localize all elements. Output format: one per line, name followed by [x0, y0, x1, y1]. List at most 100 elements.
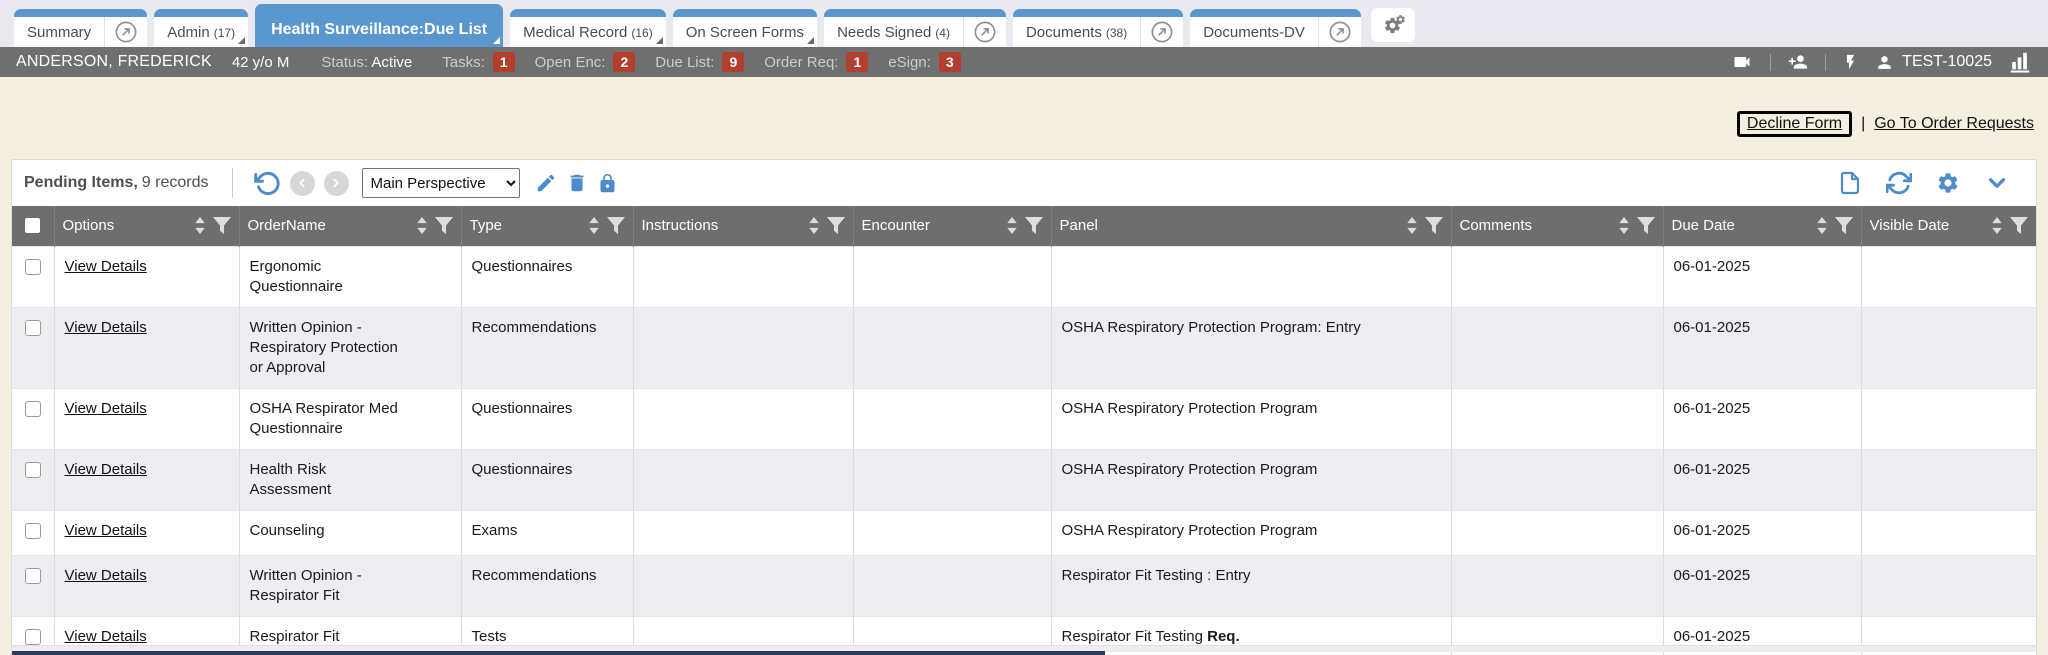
lock-perspective-button[interactable]	[597, 173, 618, 194]
due-date-cell: 06-01-2025	[1663, 555, 1861, 616]
filter-icon[interactable]	[435, 217, 453, 234]
row-checkbox[interactable]	[25, 629, 41, 645]
tab-documents-dv[interactable]: Documents-DV	[1190, 9, 1318, 47]
pending-items-panel: Pending Items,9 records Main Perspective	[11, 159, 2037, 655]
tab-medical-record[interactable]: Medical Record (16)	[510, 9, 666, 47]
view-details-link[interactable]: View Details	[65, 628, 147, 645]
sort-icon[interactable]	[1006, 217, 1018, 234]
tab-documents[interactable]: Documents (38)	[1013, 9, 1140, 47]
order-name-cell: Written Opinion - Respirator Fit	[250, 566, 402, 606]
view-details-link[interactable]: View Details	[65, 400, 147, 417]
previous-page-button[interactable]	[290, 171, 315, 196]
sort-icon[interactable]	[1991, 217, 2003, 234]
column-header-label: Instructions	[642, 217, 719, 234]
counter-badge[interactable]: 2	[613, 52, 635, 72]
patient-status: Status: Active	[321, 54, 412, 71]
row-checkbox[interactable]	[25, 320, 41, 336]
tab-popout-button[interactable]	[963, 9, 1006, 47]
column-header-options[interactable]: Options	[54, 206, 239, 246]
encounter-cell	[853, 246, 1051, 307]
tab-health-surveillance-due-list[interactable]: Health Surveillance:Due List	[255, 4, 503, 47]
refresh-button[interactable]	[1886, 170, 1912, 196]
column-header-type[interactable]: Type	[461, 206, 633, 246]
visible-date-cell	[1861, 510, 2036, 555]
quick-action-button[interactable]	[1842, 52, 1859, 72]
filter-icon[interactable]	[607, 217, 625, 234]
row-checkbox[interactable]	[25, 462, 41, 478]
horizontal-scrollbar-thumb[interactable]	[12, 651, 1105, 655]
column-header-visible-date[interactable]: Visible Date	[1861, 206, 2036, 246]
column-header-due-date[interactable]: Due Date	[1663, 206, 1861, 246]
video-call-button[interactable]	[1730, 52, 1754, 72]
patient-bar-tools: TEST-10025	[1730, 51, 2032, 73]
table-row: View Details Health Risk Assessment Ques…	[12, 449, 2036, 510]
counter-badge[interactable]: 1	[846, 52, 868, 72]
go-to-order-requests-link[interactable]: Go To Order Requests	[1874, 115, 2034, 133]
filter-icon[interactable]	[1835, 217, 1853, 234]
select-all-checkbox[interactable]	[25, 218, 40, 233]
column-header-comments[interactable]: Comments	[1451, 206, 1663, 246]
tab-admin[interactable]: Admin (17)	[154, 9, 248, 47]
patient-counters: Tasks: 1 Open Enc: 2 Due List: 9 Order R…	[442, 52, 960, 72]
counter-label: eSign:	[888, 54, 931, 71]
add-person-button[interactable]	[1787, 52, 1809, 72]
undo-button[interactable]	[254, 170, 281, 197]
filter-icon[interactable]	[1025, 217, 1043, 234]
visible-date-cell	[1861, 449, 2036, 510]
sort-icon[interactable]	[808, 217, 820, 234]
row-checkbox[interactable]	[25, 568, 41, 584]
counter-badge[interactable]: 1	[493, 52, 515, 72]
select-all-header[interactable]	[12, 206, 54, 246]
collapse-panel-button[interactable]	[1984, 172, 2010, 194]
grid-title: Pending Items,9 records	[24, 174, 209, 192]
column-header-ordername[interactable]: OrderName	[239, 206, 461, 246]
trash-icon	[566, 172, 588, 194]
filter-icon[interactable]	[213, 217, 231, 234]
filter-icon[interactable]	[1637, 217, 1655, 234]
sort-icon[interactable]	[416, 217, 428, 234]
counter-badge[interactable]: 3	[939, 52, 961, 72]
view-details-link[interactable]: View Details	[65, 461, 147, 478]
analytics-button[interactable]	[2008, 51, 2032, 73]
tab-popout-button[interactable]	[1140, 9, 1183, 47]
column-header-encounter[interactable]: Encounter	[853, 206, 1051, 246]
table-header-row: Options OrderName	[12, 206, 2036, 246]
tab-popout-button[interactable]	[1318, 9, 1361, 47]
row-checkbox[interactable]	[25, 523, 41, 539]
column-header-instructions[interactable]: Instructions	[633, 206, 853, 246]
sort-icon[interactable]	[588, 217, 600, 234]
sort-icon[interactable]	[194, 217, 206, 234]
tab-on-screen-forms[interactable]: On Screen Forms	[673, 9, 817, 47]
tab-label: Health Surveillance:Due List	[271, 21, 487, 39]
view-details-link[interactable]: View Details	[65, 319, 147, 336]
filter-icon[interactable]	[1425, 217, 1443, 234]
table-row: View Details Written Opinion - Respirato…	[12, 307, 2036, 388]
filter-icon[interactable]	[2010, 217, 2028, 234]
grid-settings-button[interactable]	[1936, 171, 1960, 195]
column-header-panel[interactable]: Panel	[1051, 206, 1451, 246]
tab-summary[interactable]: Summary	[14, 9, 104, 47]
tab-settings-button[interactable]	[1371, 8, 1415, 42]
view-details-link[interactable]: View Details	[65, 258, 147, 275]
sort-icon[interactable]	[1406, 217, 1418, 234]
status-value: Active	[371, 54, 412, 71]
sort-icon[interactable]	[1618, 217, 1630, 234]
edit-perspective-button[interactable]	[535, 172, 557, 194]
counter-badge[interactable]: 9	[722, 52, 744, 72]
tab-label: On Screen Forms	[686, 24, 804, 41]
row-checkbox[interactable]	[25, 259, 41, 275]
person-icon	[1875, 53, 1894, 72]
row-checkbox[interactable]	[25, 401, 41, 417]
new-document-button[interactable]	[1838, 171, 1862, 195]
counter-label: Due List:	[655, 54, 714, 71]
tab-needs-signed[interactable]: Needs Signed (4)	[824, 9, 963, 47]
view-details-link[interactable]: View Details	[65, 522, 147, 539]
filter-icon[interactable]	[827, 217, 845, 234]
sort-icon[interactable]	[1816, 217, 1828, 234]
next-page-button[interactable]	[324, 171, 349, 196]
delete-perspective-button[interactable]	[566, 172, 588, 194]
decline-form-link[interactable]: Decline Form	[1737, 111, 1852, 137]
view-details-link[interactable]: View Details	[65, 567, 147, 584]
perspective-select[interactable]: Main Perspective	[362, 168, 520, 198]
tab-popout-button[interactable]	[104, 9, 147, 47]
